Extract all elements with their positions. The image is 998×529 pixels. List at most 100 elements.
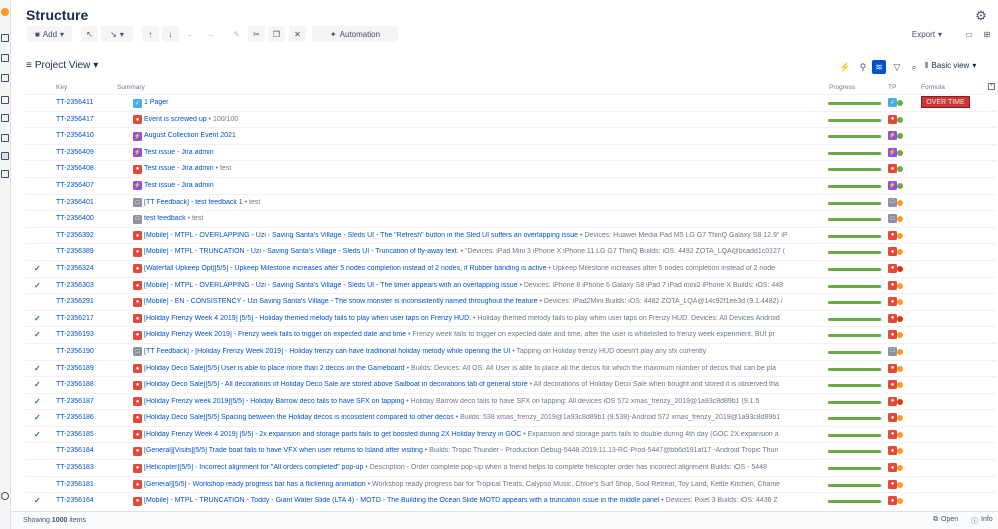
- issue-key-link[interactable]: TT-2356190: [56, 348, 94, 355]
- issue-key-link[interactable]: TT-2356401: [56, 199, 94, 206]
- issue-key-link[interactable]: TT-2356389: [56, 248, 94, 255]
- summary-link[interactable]: [Mobile] - MTPL - OVERLAPPING - Uzi - Sa…: [144, 232, 578, 239]
- table-row[interactable]: TT-2356291 ● [Mobile] - EN - CONSISTENCY -…: [26, 293, 996, 310]
- add-button[interactable]: ■ Add ▾: [27, 26, 72, 42]
- chart-icon[interactable]: [1, 96, 9, 104]
- issue-key-link[interactable]: TT-2356408: [56, 165, 94, 172]
- avatar[interactable]: [1, 8, 9, 16]
- automation-button[interactable]: ✦ Automation: [312, 26, 398, 42]
- summary-link[interactable]: [Mobile] - MTPL - TRUNCATION - Toddy - G…: [144, 497, 659, 504]
- summary-link[interactable]: [TT Feedback] - [Holiday Frenzy Week 201…: [144, 348, 510, 355]
- table-row[interactable]: TT-2356417 ● Event is screwed up • 100/100…: [26, 110, 996, 128]
- table-row[interactable]: ✓ TT-2356189 ● [Holiday Deco Sale][5/5] Use…: [26, 359, 996, 377]
- outdent-button[interactable]: ↖: [81, 26, 98, 42]
- summary-link[interactable]: [Holiday Deco Sale][5/5] Spacing between…: [144, 414, 454, 421]
- issue-key-link[interactable]: TT-2356183: [56, 464, 94, 471]
- filter-icon[interactable]: ▽: [890, 60, 904, 74]
- summary-link[interactable]: [Waterfall Upkeep Opt][5/5] - Upkeep Mil…: [144, 265, 546, 272]
- lightning-icon[interactable]: ⚡: [838, 60, 852, 74]
- table-row[interactable]: TT-2356183 ● [Helicopter][5/5] - Incorrect…: [26, 459, 996, 476]
- summary-link[interactable]: [Mobile] - MTPL - TRUNCATION - Uzi - Sav…: [144, 248, 459, 255]
- table-row[interactable]: TT-2356389 ● [Mobile] - MTPL - TRUNCATION …: [26, 243, 996, 260]
- move-left-button[interactable]: ←: [182, 26, 199, 42]
- issue-key-link[interactable]: TT-2356186: [56, 414, 94, 421]
- table-row[interactable]: TT-2356410 ⚡ August Collection Event 2021 ⚡: [26, 127, 996, 144]
- summary-link[interactable]: [TT Feedback] - test feedback 1: [144, 199, 243, 206]
- issue-key-link[interactable]: TT-2356184: [56, 447, 94, 454]
- summary-link[interactable]: [Holiday Frenzy Week 4 2019] [5/5] - 2x …: [144, 431, 521, 438]
- issue-key-link[interactable]: TT-2356410: [56, 132, 94, 139]
- copy-button[interactable]: ❐: [268, 26, 285, 42]
- summary-link[interactable]: [Holiday Frenzy Week 4 2019] [5/5] - Hol…: [144, 315, 471, 322]
- move-down-button[interactable]: ↓: [162, 26, 179, 42]
- column-summary[interactable]: Summary: [117, 84, 145, 91]
- open-link[interactable]: ⧉ Open: [933, 516, 958, 524]
- issue-key-link[interactable]: TT-2356400: [56, 215, 94, 222]
- board-icon[interactable]: [1, 34, 9, 42]
- issue-key-link[interactable]: TT-2356193: [56, 331, 94, 338]
- issue-key-link[interactable]: TT-2356217: [56, 315, 94, 322]
- basic-view-dropdown[interactable]: ⦀ Basic view ▾: [925, 61, 976, 71]
- edit-button[interactable]: ✎: [228, 26, 245, 42]
- delete-button[interactable]: ✕: [289, 26, 306, 42]
- release-icon[interactable]: [1, 74, 9, 82]
- summary-link[interactable]: [Holiday Deco Sale][5/5] User is able to…: [144, 365, 405, 372]
- table-row[interactable]: ✓ TT-2356188 ● [Holiday Deco Sale][5/5] - A…: [26, 376, 996, 393]
- summary-link[interactable]: [Holiday Frenzy Week 2019] - Frenzy week…: [144, 331, 406, 338]
- column-formula[interactable]: Formula: [921, 84, 945, 91]
- issue-key-link[interactable]: TT-2356291: [56, 298, 94, 305]
- issue-key-link[interactable]: TT-2356303: [56, 282, 94, 289]
- export-button[interactable]: Export ▾: [905, 26, 949, 42]
- table-row[interactable]: ✓ TT-2356187 ● [Holiday Frenzy week 2019][5…: [26, 392, 996, 410]
- layers-icon[interactable]: ≋: [872, 60, 886, 74]
- split-view-toggle[interactable]: ⊞: [980, 26, 994, 42]
- table-row[interactable]: ✓ TT-2356186 ● [Holiday Deco Sale][5/5] Spa…: [26, 409, 996, 426]
- table-row[interactable]: TT-2356392 ● [Mobile] - MTPL - OVERLAPPING…: [26, 226, 996, 244]
- table-row[interactable]: TT-2356408 ● Test issue - Jira admin • tes…: [26, 160, 996, 177]
- table-row[interactable]: TT-2356407 ⚡ Test issue - Jira admin ⚡: [26, 176, 996, 194]
- pin-icon[interactable]: ⚲: [856, 60, 870, 74]
- summary-link[interactable]: Event is screwed up: [144, 116, 207, 123]
- table-row[interactable]: TT-2356181 ● [General][5/5] - Workshop rea…: [26, 475, 996, 493]
- table-row[interactable]: TT-2356184 ● [General][Visits][5/5] Trade …: [26, 442, 996, 459]
- move-right-button[interactable]: →: [202, 26, 219, 42]
- issue-key-link[interactable]: TT-2356181: [56, 481, 94, 488]
- summary-link[interactable]: test feedback: [144, 215, 186, 222]
- table-row[interactable]: ✓ TT-2356217 ● [Holiday Frenzy Week 4 2019]…: [26, 309, 996, 327]
- table-row[interactable]: TT-2356400 □ test feedback • test □: [26, 210, 996, 227]
- summary-link[interactable]: Test issue - Jira admin: [144, 149, 214, 156]
- summary-link[interactable]: August Collection Event 2021: [144, 132, 236, 139]
- view-selector[interactable]: ≡ Project View ▾: [26, 60, 98, 71]
- cut-button[interactable]: ✂: [248, 26, 265, 42]
- add-column-icon[interactable]: +: [988, 83, 995, 90]
- settings-icon[interactable]: [1, 492, 9, 500]
- gear-icon[interactable]: [1, 134, 9, 142]
- issue-key-link[interactable]: TT-2356392: [56, 232, 94, 239]
- indent-button[interactable]: ↘ ▾: [101, 26, 133, 42]
- summary-link[interactable]: [Mobile] - EN - CONSISTENCY - Uzi Saving…: [144, 298, 538, 305]
- column-key[interactable]: Key: [56, 84, 67, 91]
- summary-link[interactable]: [Helicopter][5/5] - Incorrect alignment …: [144, 464, 363, 471]
- page-icon[interactable]: [1, 114, 9, 122]
- table-row[interactable]: ✓ TT-2356185 ● [Holiday Frenzy Week 4 2019]…: [26, 425, 996, 443]
- table-row[interactable]: ✓ TT-2356193 ● [Holiday Frenzy Week 2019] -…: [26, 326, 996, 343]
- structure-icon[interactable]: [1, 152, 9, 160]
- table-row[interactable]: TT-2356190 □ [TT Feedback] - [Holiday Fren…: [26, 342, 996, 360]
- issue-key-link[interactable]: TT-2356407: [56, 182, 94, 189]
- summary-link[interactable]: [Mobile] - MTPL - OVERLAPPING - Uzi - Sa…: [144, 282, 518, 289]
- issue-key-link[interactable]: TT-2356188: [56, 381, 94, 388]
- table-row[interactable]: TT-2356409 ⚡ Test issue - Jira admin ⚡: [26, 143, 996, 161]
- search-icon[interactable]: ⌕: [907, 60, 921, 74]
- document-icon[interactable]: [1, 170, 9, 178]
- issue-key-link[interactable]: TT-2356187: [56, 398, 94, 405]
- issue-key-link[interactable]: TT-2356164: [56, 497, 94, 504]
- issue-key-link[interactable]: TT-2356189: [56, 365, 94, 372]
- summary-link[interactable]: 1 Pager: [144, 99, 169, 106]
- issue-key-link[interactable]: TT-2356324: [56, 265, 94, 272]
- column-tp[interactable]: TP: [888, 84, 896, 91]
- summary-link[interactable]: [General][5/5] - Workshop ready progress…: [144, 481, 366, 488]
- table-row[interactable]: TT-2356411 ✓ 1 Pager ✓ OVER TIME: [26, 94, 996, 111]
- grid-icon[interactable]: [1, 54, 9, 62]
- issue-key-link[interactable]: TT-2356411: [56, 99, 93, 106]
- table-row[interactable]: ✓ TT-2356324 ● [Waterfall Upkeep Opt][5/5] …: [26, 259, 996, 277]
